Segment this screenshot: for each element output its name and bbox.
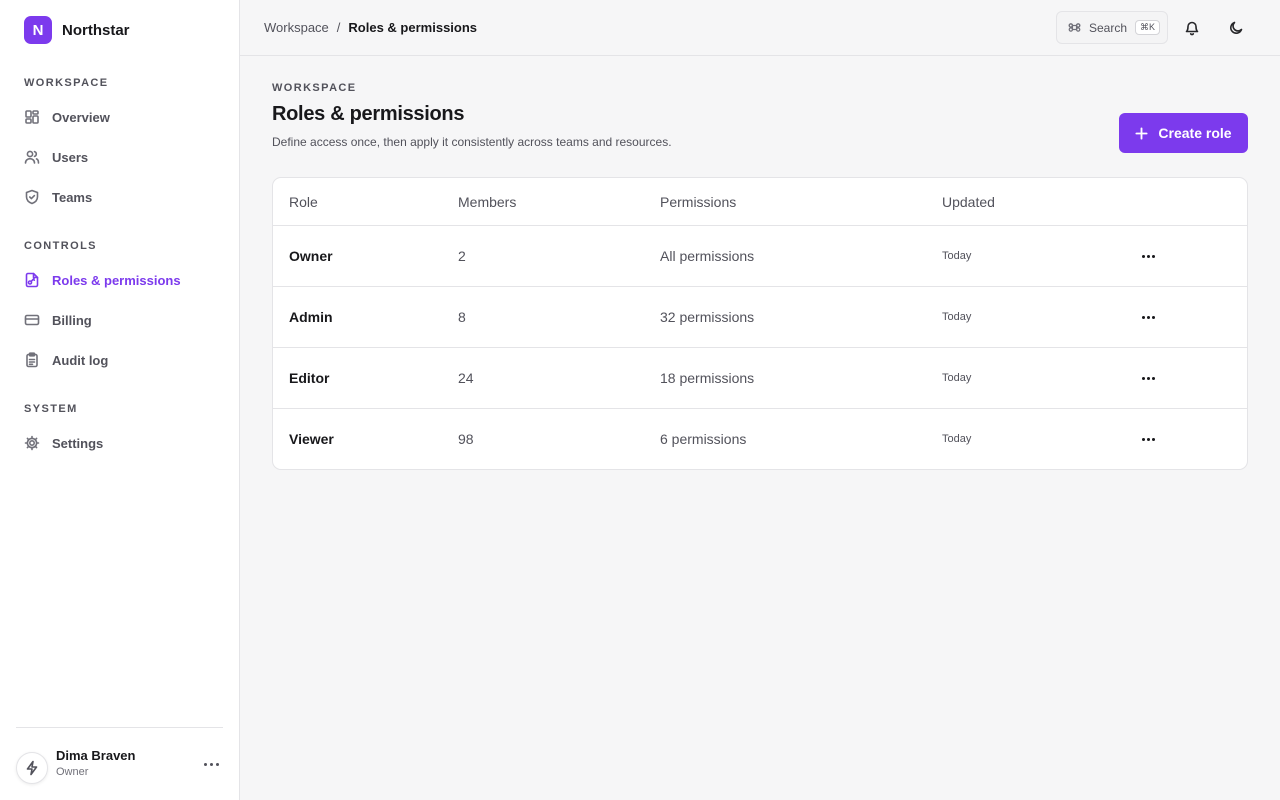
table-header: Role Members Permissions Updated bbox=[273, 178, 1247, 226]
column-header-permissions: Permissions bbox=[660, 194, 737, 210]
row-actions-button[interactable] bbox=[1139, 431, 1157, 447]
user-menu-button[interactable] bbox=[200, 756, 222, 772]
bolt-icon bbox=[26, 760, 38, 776]
search-button[interactable]: Search ⌘K bbox=[1056, 11, 1168, 44]
create-role-button[interactable]: Create role bbox=[1119, 113, 1248, 153]
nav-section-system: SYSTEM bbox=[24, 403, 78, 415]
more-icon-dot bbox=[1151, 254, 1155, 258]
shield-icon bbox=[25, 189, 39, 205]
more-icon bbox=[1141, 254, 1145, 258]
page-eyebrow: WORKSPACE bbox=[272, 82, 357, 94]
more-icon-dot bbox=[209, 762, 213, 766]
brand[interactable]: N Northstar bbox=[24, 16, 130, 44]
more-icon bbox=[1141, 376, 1145, 380]
more-icon bbox=[1141, 315, 1145, 319]
page-title: Roles & permissions bbox=[272, 103, 465, 125]
brand-name: Northstar bbox=[62, 21, 130, 39]
users-icon bbox=[24, 150, 40, 164]
more-icon-dot bbox=[215, 762, 219, 766]
avatar[interactable] bbox=[16, 752, 48, 784]
updated-date: Today bbox=[942, 250, 972, 262]
sidebar-item-label: Settings bbox=[52, 435, 104, 451]
plus-icon bbox=[1135, 126, 1148, 140]
permission-count: All permissions bbox=[660, 248, 755, 264]
permission-count: 6 permissions bbox=[660, 431, 747, 447]
notifications-button[interactable] bbox=[1180, 16, 1204, 40]
column-header-updated: Updated bbox=[942, 194, 995, 210]
create-role-label: Create role bbox=[1158, 125, 1232, 141]
sidebar-item-roles-permissions[interactable]: Roles & permissions bbox=[24, 270, 181, 290]
member-count: 2 bbox=[458, 248, 466, 264]
role-name: Owner bbox=[289, 248, 333, 264]
updated-date: Today bbox=[942, 372, 972, 384]
page-description: Define access once, then apply it consis… bbox=[272, 135, 672, 149]
user-role: Owner bbox=[56, 766, 89, 778]
search-label: Search bbox=[1089, 20, 1128, 35]
sidebar-item-teams[interactable]: Teams bbox=[24, 187, 92, 207]
member-count: 24 bbox=[458, 370, 474, 386]
row-actions-button[interactable] bbox=[1139, 370, 1157, 386]
sidebar-divider bbox=[16, 727, 223, 728]
user-name: Dima Braven bbox=[56, 748, 136, 763]
more-icon-dot bbox=[1151, 315, 1155, 319]
sidebar-item-label: Billing bbox=[52, 312, 92, 328]
column-header-members: Members bbox=[458, 194, 517, 210]
member-count: 8 bbox=[458, 309, 466, 325]
table-row[interactable]: Editor 24 18 permissions Today bbox=[273, 348, 1247, 409]
sidebar-item-label: Roles & permissions bbox=[52, 272, 181, 288]
more-icon bbox=[203, 762, 207, 766]
sidebar-item-audit-log[interactable]: Audit log bbox=[24, 350, 108, 370]
breadcrumb-parent[interactable]: Workspace bbox=[264, 20, 329, 35]
more-icon-dot bbox=[1151, 437, 1155, 441]
sidebar-item-users[interactable]: Users bbox=[24, 147, 88, 167]
permission-count: 18 permissions bbox=[660, 370, 755, 386]
more-icon-dot bbox=[1151, 376, 1155, 380]
gear-icon bbox=[24, 435, 40, 451]
grid-icon bbox=[25, 110, 39, 124]
sidebar-item-label: Users bbox=[52, 149, 89, 165]
brand-logo: N bbox=[24, 16, 52, 44]
permission-count: 32 permissions bbox=[660, 309, 755, 325]
credit-card-icon bbox=[24, 314, 40, 326]
sidebar-item-label: Overview bbox=[52, 109, 110, 125]
sidebar-item-label: Teams bbox=[52, 189, 93, 205]
row-actions-button[interactable] bbox=[1139, 248, 1157, 264]
table-row[interactable]: Owner 2 All permissions Today bbox=[273, 226, 1247, 287]
moon-icon bbox=[1230, 21, 1243, 34]
bell-icon bbox=[1185, 21, 1199, 36]
sidebar-item-settings[interactable]: Settings bbox=[24, 433, 103, 453]
sidebar-item-billing[interactable]: Billing bbox=[24, 310, 92, 330]
roles-table: Role Members Permissions Updated Owner 2… bbox=[272, 177, 1248, 470]
theme-toggle-button[interactable] bbox=[1224, 16, 1248, 40]
more-icon-dot bbox=[1146, 376, 1150, 380]
more-icon-dot bbox=[1146, 437, 1150, 441]
role-name: Editor bbox=[289, 370, 330, 386]
more-icon-dot bbox=[1146, 315, 1150, 319]
column-header-role: Role bbox=[289, 194, 318, 210]
updated-date: Today bbox=[942, 433, 972, 445]
breadcrumb-current: Roles & permissions bbox=[348, 20, 478, 35]
sidebar-item-label: Audit log bbox=[52, 352, 109, 368]
more-icon-dot bbox=[1146, 254, 1150, 258]
topbar: Workspace / Roles & permissions Search ⌘… bbox=[240, 0, 1280, 56]
table-row[interactable]: Admin 8 32 permissions Today bbox=[273, 287, 1247, 348]
role-name: Admin bbox=[289, 309, 333, 325]
nav-section-controls: CONTROLS bbox=[24, 240, 97, 252]
breadcrumb: Workspace / Roles & permissions bbox=[264, 20, 477, 35]
clipboard-icon bbox=[26, 352, 38, 368]
role-name: Viewer bbox=[289, 431, 334, 447]
more-icon bbox=[1141, 437, 1145, 441]
sidebar-item-overview[interactable]: Overview bbox=[24, 107, 110, 127]
row-actions-button[interactable] bbox=[1139, 309, 1157, 325]
search-shortcut: ⌘K bbox=[1135, 20, 1161, 35]
updated-date: Today bbox=[942, 311, 972, 323]
member-count: 98 bbox=[458, 431, 474, 447]
sidebar: N Northstar WORKSPACE Overview Users Tea… bbox=[0, 0, 240, 800]
breadcrumb-separator: / bbox=[336, 20, 341, 35]
nav-section-workspace: WORKSPACE bbox=[24, 77, 109, 89]
command-icon bbox=[1068, 23, 1081, 32]
file-key-icon bbox=[25, 272, 39, 288]
table-row[interactable]: Viewer 98 6 permissions Today bbox=[273, 409, 1247, 469]
